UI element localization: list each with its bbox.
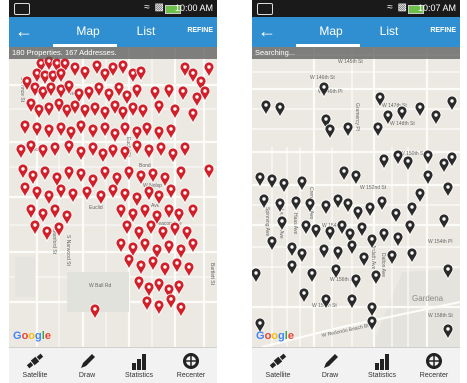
map-canvas[interactable]: Tedro W Nolsp Alondra Ave Beacon Ave W B… bbox=[9, 47, 217, 347]
map-view[interactable]: Tedro W Nolsp Alondra Ave Beacon Ave W B… bbox=[9, 47, 217, 347]
street-label: W 152nd St bbox=[360, 185, 387, 191]
statistics-label: Statistics bbox=[124, 372, 153, 379]
street-label: W 146th St bbox=[310, 75, 335, 81]
statistics-button[interactable]: Statistics bbox=[113, 348, 165, 383]
street-label: Haas Ave bbox=[292, 213, 298, 235]
street-label: W 154th Pl bbox=[428, 239, 452, 245]
tab-map[interactable]: Map bbox=[306, 24, 356, 38]
recenter-button[interactable]: Recenter bbox=[165, 348, 217, 383]
satellite-button[interactable]: Satellite bbox=[9, 348, 61, 383]
app-bar: ← Map List REFINE bbox=[9, 17, 217, 47]
refine-button[interactable]: REFINE bbox=[187, 27, 213, 34]
tab-list[interactable]: List bbox=[364, 24, 414, 38]
bottom-toolbar: Satellite Draw Statistics Recenter bbox=[252, 347, 460, 383]
status-bar: ≈ ▩ 10:00 AM bbox=[9, 0, 217, 17]
recenter-button[interactable]: Recenter bbox=[408, 348, 460, 383]
recenter-label: Recenter bbox=[419, 372, 449, 379]
google-logo: Google bbox=[256, 330, 294, 342]
map-canvas[interactable]: W 145th St W 146th St W 146th Pl W 147th… bbox=[252, 47, 460, 347]
draw-label: Draw bbox=[78, 372, 96, 379]
city-label: Gardena bbox=[412, 294, 444, 303]
street-label: Bond bbox=[139, 163, 151, 169]
tab-map[interactable]: Map bbox=[63, 24, 113, 38]
recenter-label: Recenter bbox=[176, 372, 206, 379]
pencil-icon bbox=[324, 354, 338, 368]
satellite-button[interactable]: Satellite bbox=[252, 348, 304, 383]
google-logo: Google bbox=[13, 330, 51, 342]
street-label: W 148th St bbox=[390, 121, 415, 127]
street-label: Bartlett St bbox=[209, 263, 215, 286]
statistics-button[interactable]: Statistics bbox=[356, 348, 408, 383]
map-view[interactable]: W 145th St W 146th St W 146th Pl W 147th… bbox=[252, 47, 460, 347]
bar-chart-icon bbox=[132, 354, 146, 370]
street-label: Euclid bbox=[89, 205, 103, 211]
signal-icons: ≈ ▩ bbox=[144, 2, 165, 13]
signal-icons: ≈ ▩ bbox=[387, 2, 408, 13]
refine-button[interactable]: REFINE bbox=[430, 27, 456, 34]
street-label: W 150th St bbox=[400, 151, 425, 157]
street-label: W 158th St bbox=[428, 313, 453, 319]
street-label: S Narwood St bbox=[65, 235, 71, 266]
bottom-toolbar: Satellite Draw Statistics Recenter bbox=[9, 347, 217, 383]
status-time: 10:07 AM bbox=[417, 3, 456, 13]
back-arrow-icon[interactable]: ← bbox=[15, 20, 33, 42]
status-bar: ≈ ▩ 10:07 AM bbox=[252, 0, 460, 17]
back-arrow-icon[interactable]: ← bbox=[258, 20, 276, 42]
draw-button[interactable]: Draw bbox=[304, 348, 356, 383]
satellite-icon bbox=[26, 353, 44, 369]
street-label: W 145th St bbox=[338, 59, 363, 65]
results-banner: Searching... bbox=[252, 47, 460, 59]
phone-screen-left: ≈ ▩ 10:00 AM ← Map List REFINE W Nolsp A… bbox=[9, 0, 217, 383]
results-banner: 180 Properties. 167 Addresses. bbox=[9, 47, 217, 59]
street-label: Spinning Ave bbox=[264, 207, 270, 236]
bar-chart-icon bbox=[375, 354, 389, 370]
recenter-icon bbox=[426, 353, 442, 369]
satellite-label: Satellite bbox=[265, 372, 291, 379]
app-bar: ← Map List REFINE bbox=[252, 17, 460, 47]
draw-button[interactable]: Draw bbox=[61, 348, 113, 383]
phone-screen-right: ≈ ▩ 10:07 AM ← Map List REFINE W 145th S… bbox=[252, 0, 460, 383]
draw-label: Draw bbox=[321, 372, 339, 379]
pencil-icon bbox=[81, 354, 95, 368]
tab-list[interactable]: List bbox=[121, 24, 171, 38]
status-time: 10:00 AM bbox=[174, 3, 213, 13]
street-label: Gramercy Pl bbox=[354, 103, 360, 131]
statistics-label: Statistics bbox=[367, 372, 396, 379]
notification-icon bbox=[14, 3, 30, 15]
notification-icon bbox=[257, 3, 273, 15]
recenter-icon bbox=[183, 353, 199, 369]
street-label: W Ball Rd bbox=[89, 283, 111, 289]
street-label: Ardath Ave bbox=[370, 245, 376, 270]
satellite-label: Satellite bbox=[22, 372, 48, 379]
satellite-icon bbox=[269, 353, 287, 369]
